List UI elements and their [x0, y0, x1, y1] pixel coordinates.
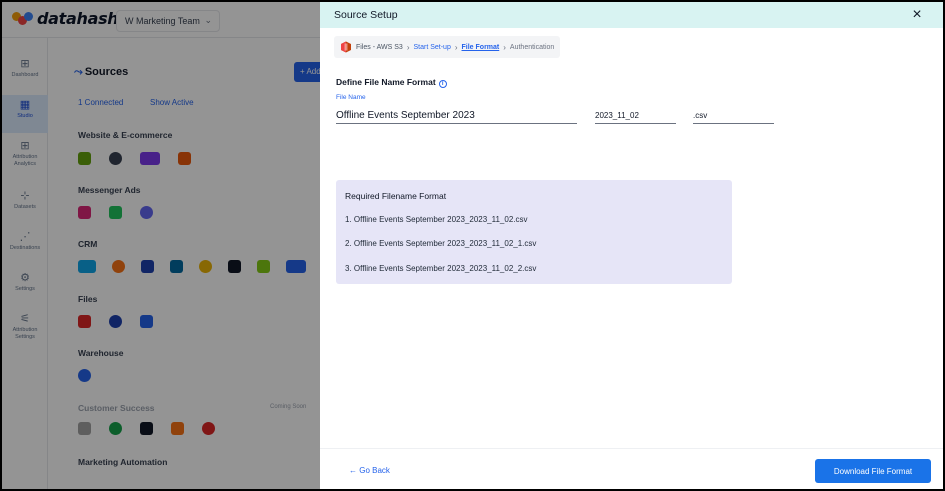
file-name-label: File Name — [336, 94, 366, 101]
breadcrumb-start-setup[interactable]: Start Set-up — [413, 44, 450, 51]
format-example: 2. Offline Events September 2023_2023_11… — [345, 239, 537, 248]
define-file-name-label: Define File Name Format — [336, 77, 436, 87]
modal-overlay[interactable] — [2, 2, 322, 489]
drawer-title: Source Setup — [334, 9, 398, 21]
app-frame: datahash W Marketing Team ⌄ ⊞ Dashboard … — [2, 2, 943, 489]
breadcrumb-separator: › — [454, 42, 458, 52]
file-name-input[interactable] — [336, 108, 577, 124]
breadcrumb-separator: › — [406, 42, 410, 52]
close-icon[interactable]: × — [909, 6, 925, 24]
format-example: 1. Offline Events September 2023_2023_11… — [345, 215, 528, 224]
download-file-format-button[interactable]: Download File Format — [815, 459, 931, 483]
breadcrumb-file-format[interactable]: File Format — [462, 44, 500, 51]
drawer-footer: ← Go Back Download File Format — [320, 448, 943, 489]
breadcrumb-source: Files - AWS S3 — [356, 43, 403, 51]
aws-s3-icon — [341, 41, 351, 53]
info-icon[interactable]: i — [438, 80, 447, 88]
drawer-header: Source Setup × — [320, 2, 943, 28]
required-format-title: Required Filename Format — [345, 191, 447, 201]
source-setup-drawer: Source Setup × Files - AWS S3 › Start Se… — [320, 2, 943, 489]
file-extension-input[interactable] — [693, 108, 774, 124]
breadcrumb: Files - AWS S3 › Start Set-up › File For… — [334, 36, 561, 58]
required-format-box: Required Filename Format 1. Offline Even… — [336, 180, 732, 284]
format-example: 3. Offline Events September 2023_2023_11… — [345, 264, 537, 273]
breadcrumb-separator: › — [503, 42, 506, 52]
define-file-name-heading: Define File Name Format i — [336, 77, 447, 88]
go-back-button[interactable]: ← Go Back — [349, 466, 390, 475]
date-format-input[interactable] — [595, 108, 676, 124]
breadcrumb-authentication: Authentication — [509, 43, 555, 51]
